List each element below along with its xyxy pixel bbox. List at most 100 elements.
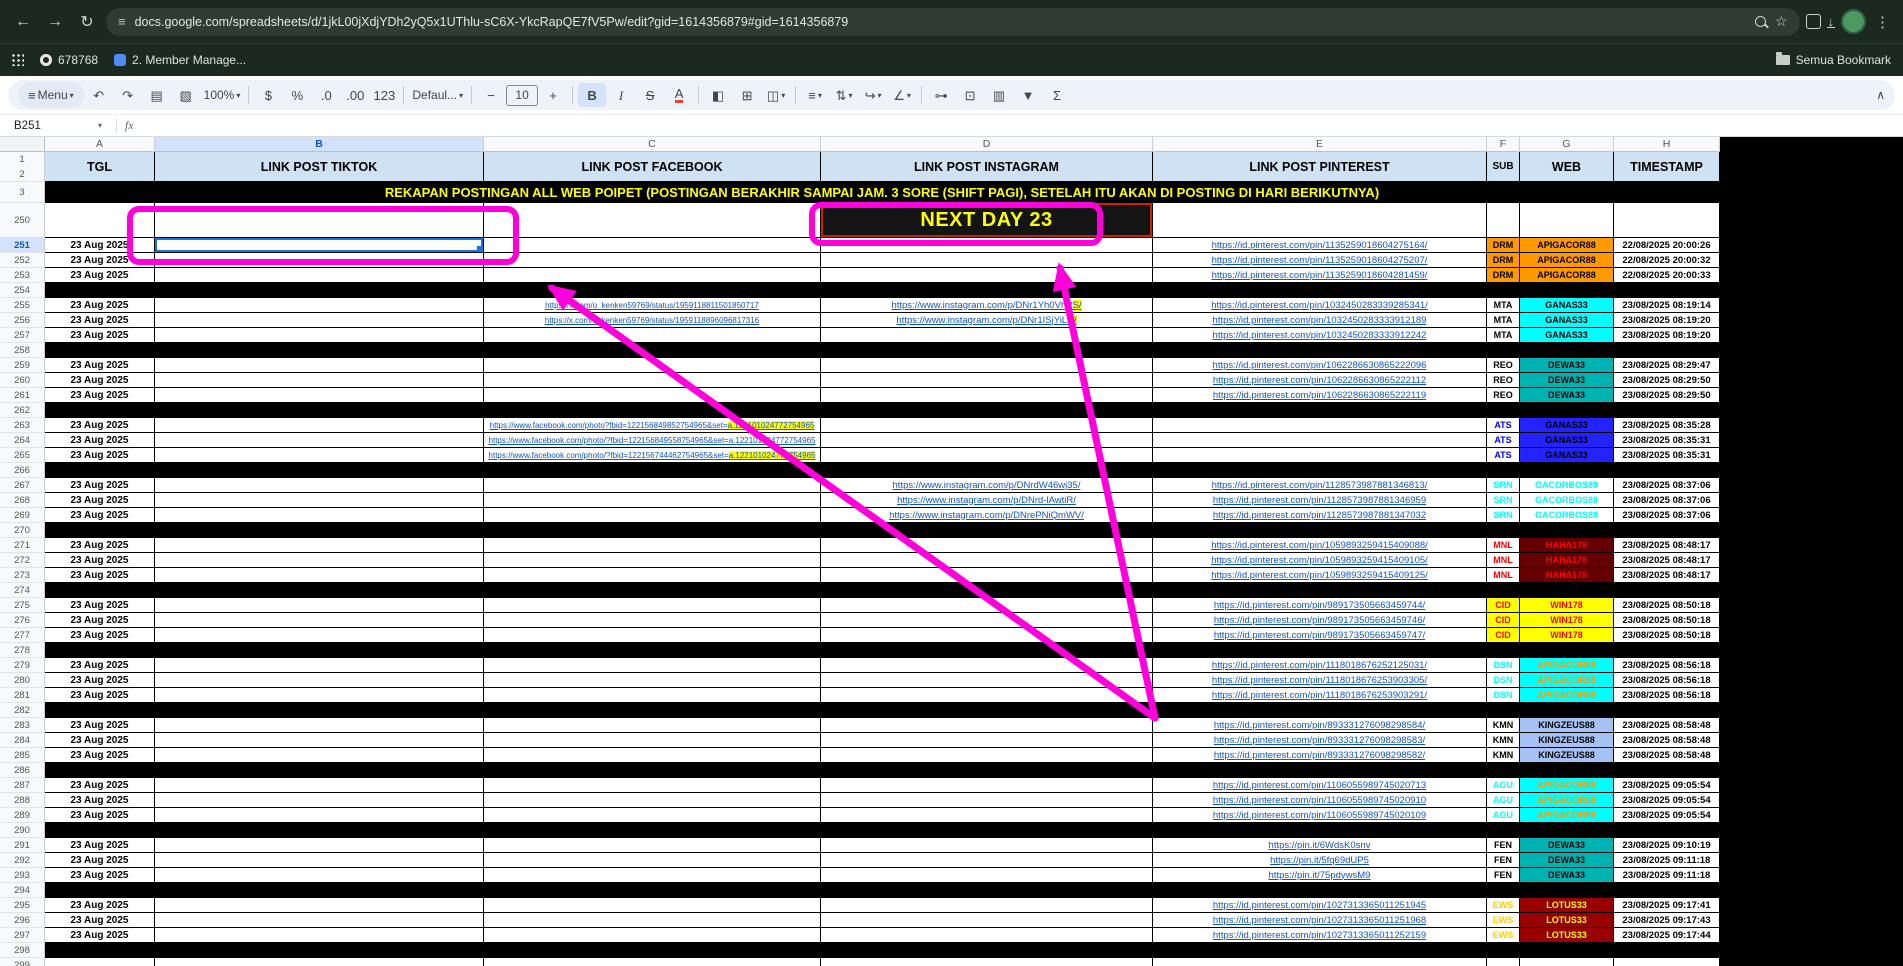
cell-C261[interactable] — [484, 388, 821, 403]
cell-E280[interactable]: https://id.pinterest.com/pin/11180186762… — [1153, 673, 1487, 688]
cell-E256[interactable]: https://id.pinterest.com/pin/10324502833… — [1153, 313, 1487, 328]
functions-icon[interactable]: Σ — [1043, 83, 1071, 107]
cell-F283[interactable]: KMN — [1487, 718, 1520, 733]
cell-G252[interactable]: APIGACOR88 — [1520, 253, 1614, 268]
format-currency-icon[interactable]: $ — [254, 83, 282, 107]
cell-F284[interactable]: KMN — [1487, 733, 1520, 748]
cell-A279[interactable]: 23 Aug 2025 — [45, 658, 155, 673]
cell-G296[interactable]: LOTUS33 — [1520, 913, 1614, 928]
row-header-257[interactable]: 257 — [0, 328, 45, 343]
cell-F261[interactable]: REO — [1487, 388, 1520, 403]
fill-color-icon[interactable]: ◧ — [704, 83, 732, 107]
cell-B279[interactable] — [155, 658, 484, 673]
cell-link[interactable]: https://id.pinterest.com/pin/10622866308… — [1213, 360, 1427, 371]
row-header-294[interactable]: 294 — [0, 883, 45, 898]
cell-F292[interactable]: FEN — [1487, 853, 1520, 868]
cell-E289[interactable]: https://id.pinterest.com/pin/11060559897… — [1153, 808, 1487, 823]
cell-E260[interactable]: https://id.pinterest.com/pin/10622866308… — [1153, 373, 1487, 388]
cell-link[interactable]: https://id.pinterest.com/pin/11060559897… — [1213, 810, 1426, 821]
separator-row-cell[interactable] — [45, 583, 1720, 598]
cell-G251[interactable]: APIGACOR88 — [1520, 238, 1614, 253]
cell-G260[interactable]: DEWA33 — [1520, 373, 1614, 388]
cell-B289[interactable] — [155, 808, 484, 823]
cell-link[interactable]: https://id.pinterest.com/pin/10622866308… — [1213, 390, 1426, 401]
header-sub[interactable]: SUB — [1487, 152, 1520, 182]
cell-E291[interactable]: https://pin.it/6WdsK0snv — [1153, 838, 1487, 853]
cell-H259[interactable]: 23/08/2025 08:29:47 — [1614, 358, 1720, 373]
row-header-256[interactable]: 256 — [0, 313, 45, 328]
cell-link[interactable]: https://id.pinterest.com/pin/11180186762… — [1212, 675, 1427, 686]
cell-F296[interactable]: EWS — [1487, 913, 1520, 928]
cell-F280[interactable]: DSN — [1487, 673, 1520, 688]
cell-link[interactable]: https://id.pinterest.com/pin/10324502833… — [1213, 315, 1427, 326]
cell-D256[interactable]: https://www.instagram.com/p/DNr1ISjYiLD/ — [821, 313, 1153, 328]
row-header-293[interactable]: 293 — [0, 868, 45, 883]
cell-G253[interactable]: APIGACOR88 — [1520, 268, 1614, 283]
cell-G279[interactable]: APIGACOR88 — [1520, 658, 1614, 673]
cell-B257[interactable] — [155, 328, 484, 343]
cell-link[interactable]: https://pin.it/5fq69dUP5 — [1270, 855, 1369, 866]
cell-H257[interactable]: 23/08/2025 08:19:20 — [1614, 328, 1720, 343]
cell-G259[interactable]: DEWA33 — [1520, 358, 1614, 373]
cell-A257[interactable]: 23 Aug 2025 — [45, 328, 155, 343]
header-web[interactable]: WEB — [1520, 152, 1614, 182]
cell-B260[interactable] — [155, 373, 484, 388]
cell-D280[interactable] — [821, 673, 1153, 688]
cell-C251[interactable] — [484, 238, 821, 253]
cell-C281[interactable] — [484, 688, 821, 703]
cell-link[interactable]: https://id.pinterest.com/pin/10598932594… — [1211, 570, 1428, 581]
cell-A267[interactable]: 23 Aug 2025 — [45, 478, 155, 493]
cell-H288[interactable]: 23/08/2025 09:05:54 — [1614, 793, 1720, 808]
insert-comment-icon[interactable]: ⊡ — [956, 83, 984, 107]
cell-A271[interactable]: 23 Aug 2025 — [45, 538, 155, 553]
cell-C259[interactable] — [484, 358, 821, 373]
cell-B252[interactable] — [155, 253, 484, 268]
formula-input[interactable] — [141, 115, 1895, 136]
cell-H293[interactable]: 23/08/2025 09:11:18 — [1614, 868, 1720, 883]
cell-G277[interactable]: WIN178 — [1520, 628, 1614, 643]
cell-F271[interactable]: MNL — [1487, 538, 1520, 553]
cell-A289[interactable]: 23 Aug 2025 — [45, 808, 155, 823]
cell-G272[interactable]: HAHA178 — [1520, 553, 1614, 568]
cell-F269[interactable]: SRN — [1487, 508, 1520, 523]
cell-F295[interactable]: EWS — [1487, 898, 1520, 913]
paint-format-icon[interactable]: ▧ — [172, 83, 200, 107]
cell-C264[interactable]: https://www.facebook.com/photo/?fbid=122… — [484, 433, 821, 448]
separator-row-cell[interactable] — [45, 763, 1720, 778]
row-header-295[interactable]: 295 — [0, 898, 45, 913]
extensions-icon[interactable] — [1806, 14, 1821, 29]
cell-C276[interactable] — [484, 613, 821, 628]
bookmark-star-icon[interactable]: ☆ — [1775, 13, 1788, 30]
cell-C291[interactable] — [484, 838, 821, 853]
forward-button[interactable]: → — [42, 13, 68, 31]
row-header-281[interactable]: 281 — [0, 688, 45, 703]
cell-A288[interactable]: 23 Aug 2025 — [45, 793, 155, 808]
cell-link[interactable]: https://id.pinterest.com/pin/10324502833… — [1213, 330, 1427, 341]
cell-B285[interactable] — [155, 748, 484, 763]
cell-A276[interactable]: 23 Aug 2025 — [45, 613, 155, 628]
cell-E253[interactable]: https://id.pinterest.com/pin/11352590186… — [1153, 268, 1487, 283]
cell-B268[interactable] — [155, 493, 484, 508]
insert-link-icon[interactable]: ⊶ — [927, 83, 955, 107]
cell-F265[interactable]: ATS — [1487, 448, 1520, 463]
cell-G287[interactable]: APIGACOR88 — [1520, 778, 1614, 793]
cell-D287[interactable] — [821, 778, 1153, 793]
row-header-269[interactable]: 269 — [0, 508, 45, 523]
cell-D285[interactable] — [821, 748, 1153, 763]
cell-H285[interactable]: 23/08/2025 08:58:48 — [1614, 748, 1720, 763]
cell-link[interactable]: https://pin.it/6WdsK0snv — [1269, 840, 1371, 851]
cell-A277[interactable]: 23 Aug 2025 — [45, 628, 155, 643]
cell-B261[interactable] — [155, 388, 484, 403]
cell-E276[interactable]: https://id.pinterest.com/pin/98917350566… — [1153, 613, 1487, 628]
cell-B296[interactable] — [155, 913, 484, 928]
name-box[interactable]: B251 ▾ — [8, 120, 108, 132]
cell-F263[interactable]: ATS — [1487, 418, 1520, 433]
cell-H251[interactable]: 22/08/2025 20:00:26 — [1614, 238, 1720, 253]
cell-F256[interactable]: MTA — [1487, 313, 1520, 328]
zoom-icon[interactable] — [1755, 16, 1766, 27]
cell-E265[interactable] — [1153, 448, 1487, 463]
cell-D265[interactable] — [821, 448, 1153, 463]
cell-B251[interactable] — [155, 238, 484, 253]
cell-B297[interactable] — [155, 928, 484, 943]
cell-E287[interactable]: https://id.pinterest.com/pin/11060559897… — [1153, 778, 1487, 793]
